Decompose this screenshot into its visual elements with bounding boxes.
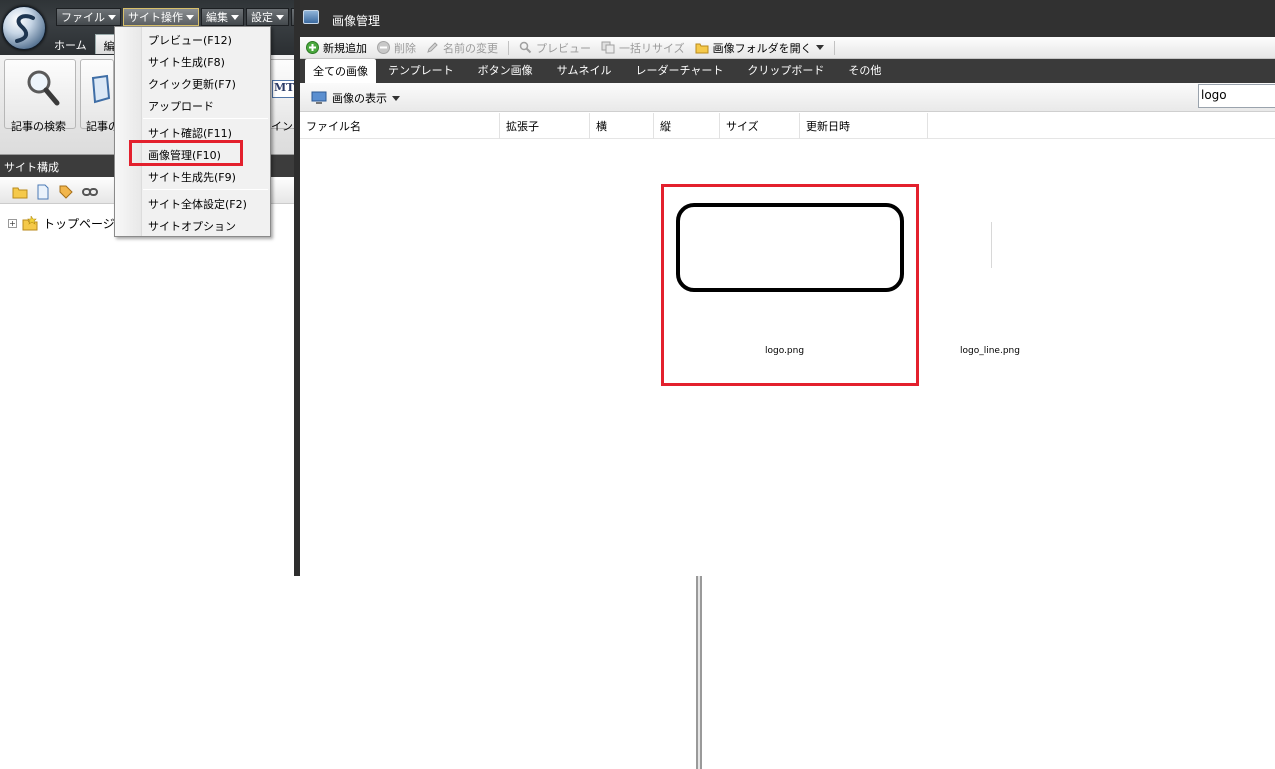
view-bar: 画像の表示: [300, 83, 1275, 112]
home-folder-icon: [22, 216, 38, 231]
magnifier-icon: [519, 41, 532, 54]
bulk-resize-label: 一括リサイズ: [619, 41, 685, 55]
rename-label: 名前の変更: [443, 41, 498, 55]
menu-item-preview[interactable]: プレビュー(F12): [148, 32, 232, 48]
app-logo-icon: [15, 14, 35, 43]
tab-button-images[interactable]: ボタン画像: [466, 62, 545, 83]
menu-separator: [143, 189, 268, 190]
chevron-down-icon: [276, 14, 284, 20]
magnifier-icon: [27, 70, 60, 106]
chevron-down-icon: [231, 14, 239, 20]
preview-label: プレビュー: [536, 41, 591, 55]
add-icon: [306, 41, 319, 54]
image-toolbar: 新規追加 削除 名前の変更 プレビュー 一括リサイズ 画像フォルダを開く: [300, 37, 1275, 59]
site-operations-menu: プレビュー(F12) サイト生成(F8) クイック更新(F7) アップロード サ…: [114, 26, 271, 237]
bulk-resize-button[interactable]: 一括リサイズ: [601, 40, 685, 56]
tab-other[interactable]: その他: [836, 62, 893, 83]
tab-radar-chart[interactable]: レーダーチャート: [623, 62, 735, 83]
tab-all-images[interactable]: 全ての画像: [305, 59, 376, 83]
menu-item-upload[interactable]: アップロード: [148, 98, 214, 114]
menu-item-site-check[interactable]: サイト確認(F11): [148, 125, 232, 141]
toolbar-separator: [508, 40, 509, 55]
menu-site-operations-label: サイト操作: [128, 11, 183, 24]
image-search-input[interactable]: logo: [1198, 84, 1275, 108]
monitor-icon: [311, 91, 327, 104]
column-height[interactable]: 縦: [654, 113, 720, 139]
search-articles-label: 記事の検索: [11, 120, 66, 133]
add-image-label: 新規追加: [323, 41, 367, 55]
chevron-down-icon: [108, 14, 116, 20]
article-icon: [91, 74, 111, 104]
column-extension[interactable]: 拡張子: [500, 113, 590, 139]
app-orb-button[interactable]: [2, 6, 46, 50]
folder-icon: [695, 43, 709, 53]
chevron-down-icon: [186, 14, 194, 20]
menu-bar: ファイル サイト操作 編集 設定 S: [56, 8, 297, 26]
open-image-folder-button[interactable]: 画像フォルダを開く: [695, 40, 824, 56]
image-manager-titlebar: 画像管理: [300, 0, 1275, 37]
article-button[interactable]: 記事の: [80, 59, 119, 133]
rename-button[interactable]: 名前の変更: [426, 40, 498, 56]
menu-item-site-options[interactable]: サイトオプション: [148, 218, 236, 234]
window-app-icon: [303, 10, 319, 24]
link-icon[interactable]: [82, 186, 98, 198]
menu-settings[interactable]: 設定: [246, 8, 289, 26]
menu-edit[interactable]: 編集: [201, 8, 244, 26]
column-modified[interactable]: 更新日時: [800, 113, 928, 139]
highlight-box-image: [661, 184, 919, 386]
preview-button[interactable]: プレビュー: [519, 40, 591, 56]
menu-item-output-destination[interactable]: サイト生成先(F9): [148, 169, 236, 185]
tab-thumbnails[interactable]: サムネイル: [545, 62, 624, 83]
ribbon-tabs: ホーム 編: [46, 34, 124, 54]
category-tabs: 全ての画像 テンプレート ボタン画像 サムネイル レーダーチャート クリップボー…: [300, 59, 1275, 83]
image-thumbnail[interactable]: [990, 222, 994, 268]
menu-settings-label: 設定: [251, 11, 273, 24]
delete-icon: [377, 41, 390, 54]
page-icon[interactable]: [36, 184, 50, 200]
delete-image-button[interactable]: 削除: [377, 40, 416, 56]
tab-clipboard[interactable]: クリップボード: [735, 62, 836, 83]
resize-icon: [601, 41, 615, 54]
tree-root-node[interactable]: + トップページ: [8, 215, 115, 232]
tree-expander[interactable]: +: [8, 219, 17, 228]
pencil-icon: [427, 42, 438, 53]
folder-icon[interactable]: [12, 185, 28, 199]
window-title: 画像管理: [332, 14, 381, 28]
view-mode-label: 画像の表示: [332, 92, 387, 105]
chevron-down-icon: [392, 95, 400, 101]
tab-home[interactable]: ホーム: [46, 34, 95, 54]
open-image-folder-label: 画像フォルダを開く: [712, 41, 812, 55]
image-list-header: ファイル名 拡張子 横 縦 サイズ 更新日時: [300, 113, 1275, 139]
tag-icon[interactable]: [58, 184, 74, 200]
menu-edit-label: 編集: [206, 11, 228, 24]
menu-item-site-settings[interactable]: サイト全体設定(F2): [148, 196, 247, 212]
delete-image-label: 削除: [394, 41, 416, 55]
splitter-handle[interactable]: [694, 576, 706, 769]
mt-import-button[interactable]: MT インポ: [268, 59, 297, 133]
search-articles-button[interactable]: 記事の検索: [4, 59, 76, 133]
column-size[interactable]: サイズ: [720, 113, 800, 139]
tree-root-label: トップページ: [43, 217, 115, 231]
logo-line-image-preview: [991, 222, 992, 268]
menu-item-build-site[interactable]: サイト生成(F8): [148, 54, 225, 70]
menu-file[interactable]: ファイル: [56, 8, 121, 26]
thumbnail-filename: logo_line.png: [960, 346, 1020, 356]
chevron-down-icon: [815, 45, 824, 50]
toolbar-separator: [833, 40, 835, 55]
view-mode-button[interactable]: 画像の表示: [311, 90, 400, 106]
column-width[interactable]: 横: [590, 113, 654, 139]
add-image-button[interactable]: 新規追加: [306, 40, 367, 56]
menu-file-label: ファイル: [61, 11, 105, 24]
menu-site-operations[interactable]: サイト操作: [123, 8, 199, 26]
menu-item-quick-update[interactable]: クイック更新(F7): [148, 76, 236, 92]
highlight-box-menu-item: [129, 140, 243, 166]
menu-separator: [143, 118, 268, 119]
column-filename[interactable]: ファイル名: [300, 113, 500, 139]
tab-templates[interactable]: テンプレート: [376, 62, 466, 83]
